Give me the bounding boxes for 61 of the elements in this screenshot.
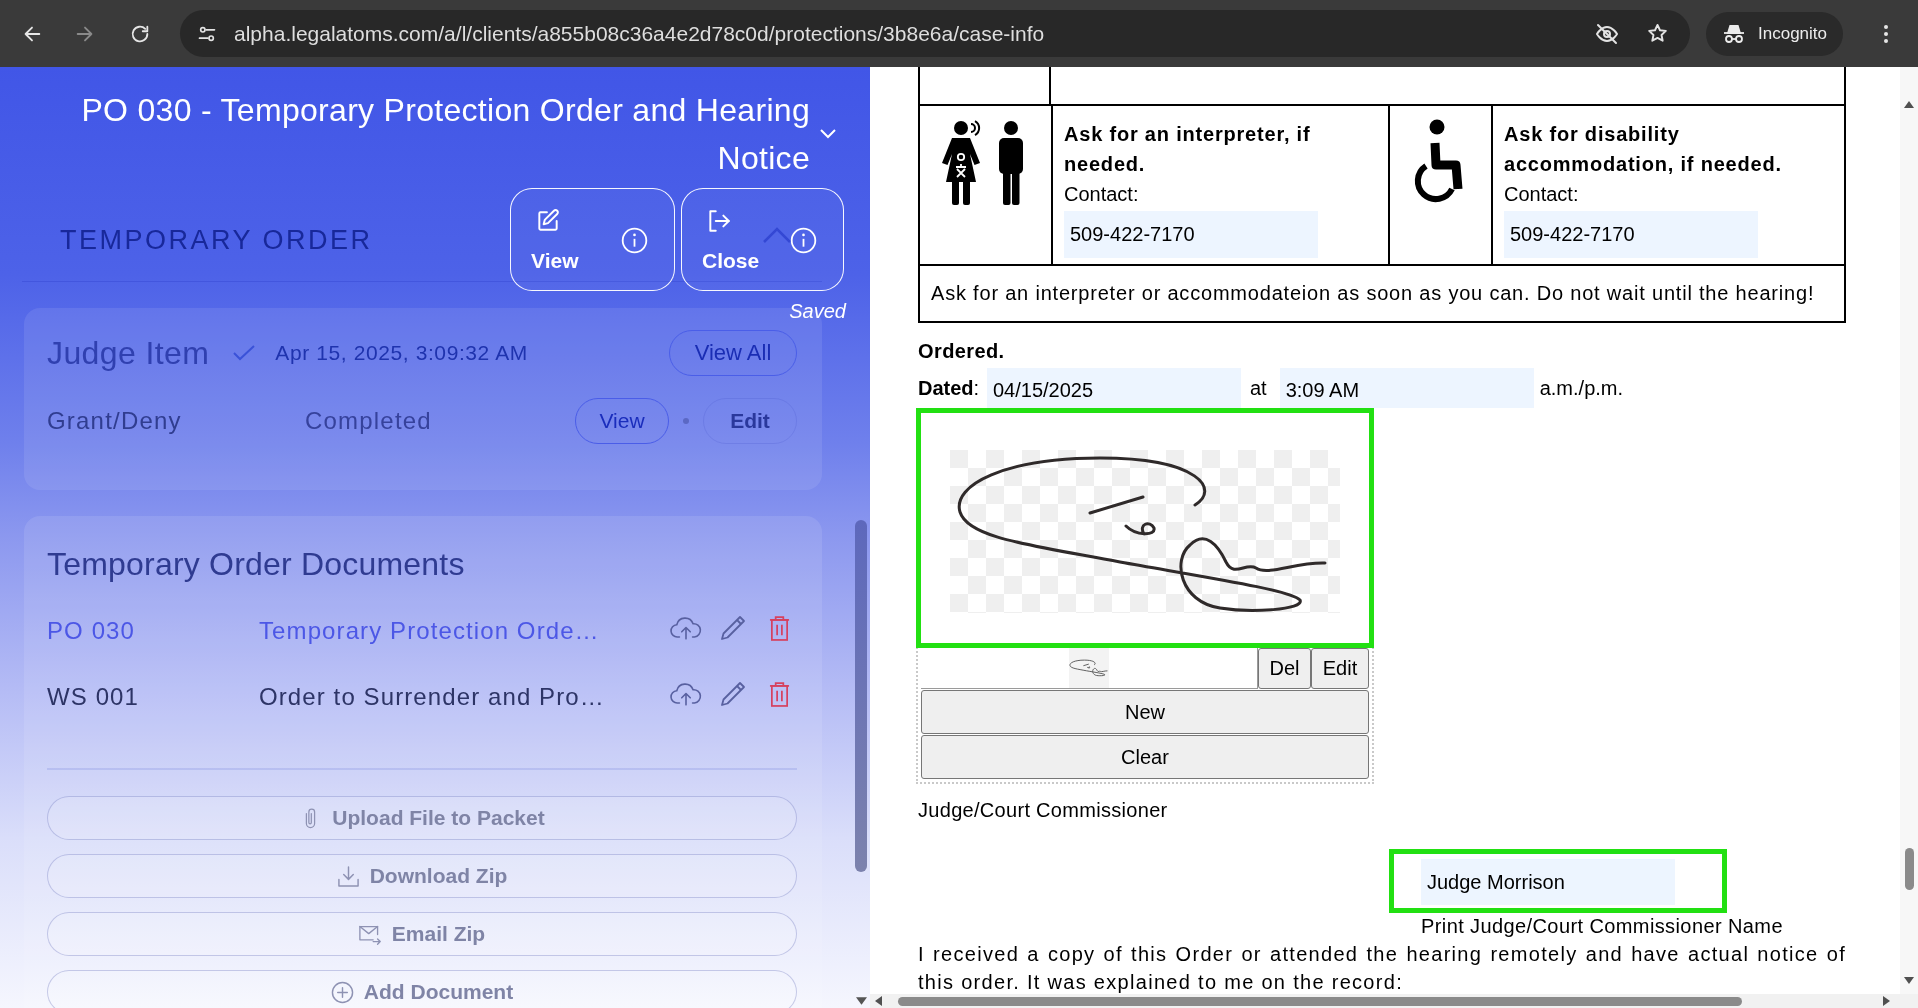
- am-pm-label: a.m./p.m.: [1539, 376, 1624, 400]
- name-field[interactable]: Judge Morrison: [1421, 859, 1675, 905]
- scrollbar-thumb[interactable]: [855, 520, 867, 872]
- scroll-down-arrow-icon[interactable]: [855, 997, 867, 1005]
- star-icon[interactable]: [1646, 22, 1669, 45]
- scrollbar-thumb[interactable]: [1904, 848, 1914, 890]
- task-status: Completed: [305, 407, 432, 435]
- signature-thumbnail-icon: [1069, 648, 1109, 688]
- document-name[interactable]: Order to Surrender and Pro…: [259, 683, 605, 711]
- view-button[interactable]: View: [510, 188, 675, 291]
- time-field[interactable]: 3:09 AM: [1279, 368, 1534, 408]
- name-caption: Print Judge/Court Commissioner Name: [1421, 915, 1784, 937]
- at-label: at: [1250, 376, 1267, 400]
- card-title: Temporary Order Documents: [47, 546, 466, 582]
- save-status: Saved: [789, 299, 846, 323]
- date-field[interactable]: 04/15/2025: [987, 368, 1241, 408]
- date-label: Dated:: [918, 376, 981, 400]
- delete-button[interactable]: Del: [1258, 648, 1311, 689]
- close-button[interactable]: Close: [681, 188, 844, 291]
- more-menu-icon[interactable]: [1884, 24, 1888, 43]
- info-icon[interactable]: [790, 227, 817, 254]
- scroll-down-arrow-icon[interactable]: [1904, 977, 1914, 984]
- eye-slash-icon[interactable]: [1595, 21, 1619, 46]
- signature-caption: Judge/Court Commissioner: [918, 798, 1169, 822]
- document-code[interactable]: WS 001: [47, 683, 259, 711]
- cell-heading: Ask for disability accommodation, if needed.: [1504, 122, 1783, 177]
- exit-icon: [706, 207, 732, 234]
- scroll-up-arrow-icon[interactable]: [1904, 101, 1914, 108]
- cell-heading: Ask for an interpreter, if needed.: [1064, 122, 1312, 177]
- address-bar[interactable]: alpha.legalatoms.com/a/l/clients/a855b08c36a4e2d78c0d/protections/3b8e6a/case-info: [180, 10, 1690, 57]
- signature-pad[interactable]: [916, 408, 1374, 648]
- pencil-icon[interactable]: [719, 614, 747, 642]
- chevron-down-icon[interactable]: [820, 129, 836, 139]
- document-title: PO 030 - Temporary Protection Order and Hearing Notice: [80, 91, 810, 178]
- plus-circle-icon: [330, 980, 354, 1004]
- edit-button[interactable]: Edit: [1311, 648, 1369, 689]
- scrollbar-thumb[interactable]: [898, 996, 1742, 1006]
- info-icon[interactable]: [621, 227, 648, 254]
- task-name: Grant/Deny: [47, 407, 183, 435]
- scroll-left-arrow-icon[interactable]: [875, 996, 882, 1006]
- edit-icon: [535, 207, 561, 234]
- pencil-icon[interactable]: [719, 680, 747, 708]
- contact-label: Contact:: [1504, 182, 1580, 207]
- cloud-upload-icon[interactable]: [670, 615, 702, 641]
- incognito-button[interactable]: Incognito: [1706, 11, 1843, 56]
- cloud-upload-icon[interactable]: [670, 681, 702, 707]
- note-text: Ask for an interpreter or accommodateion as soon as you can. Do not wait until the hearing!: [931, 282, 1815, 305]
- card-title: Judge Item: [47, 334, 210, 372]
- phone-field[interactable]: 509-422-7170: [1064, 211, 1318, 258]
- acknowledgement-text: I received a copy of this Order or attended the hearing remotely and have actual notice of this order. It was explained to me on the record:: [918, 942, 1846, 994]
- download-icon: [336, 864, 360, 888]
- separator-dot-icon: [683, 418, 689, 424]
- timestamp: Apr 15, 2025, 3:09:32 AM: [275, 341, 528, 365]
- phone-field[interactable]: 509-422-7170: [1504, 211, 1758, 258]
- contact-label: Contact:: [1064, 182, 1140, 207]
- clear-button[interactable]: Clear: [921, 735, 1369, 779]
- new-button[interactable]: New: [921, 690, 1369, 734]
- trash-icon[interactable]: [769, 681, 790, 707]
- scroll-right-arrow-icon[interactable]: [1883, 996, 1890, 1006]
- incognito-icon: [1722, 22, 1746, 45]
- ordered-heading: Ordered.: [918, 339, 1006, 364]
